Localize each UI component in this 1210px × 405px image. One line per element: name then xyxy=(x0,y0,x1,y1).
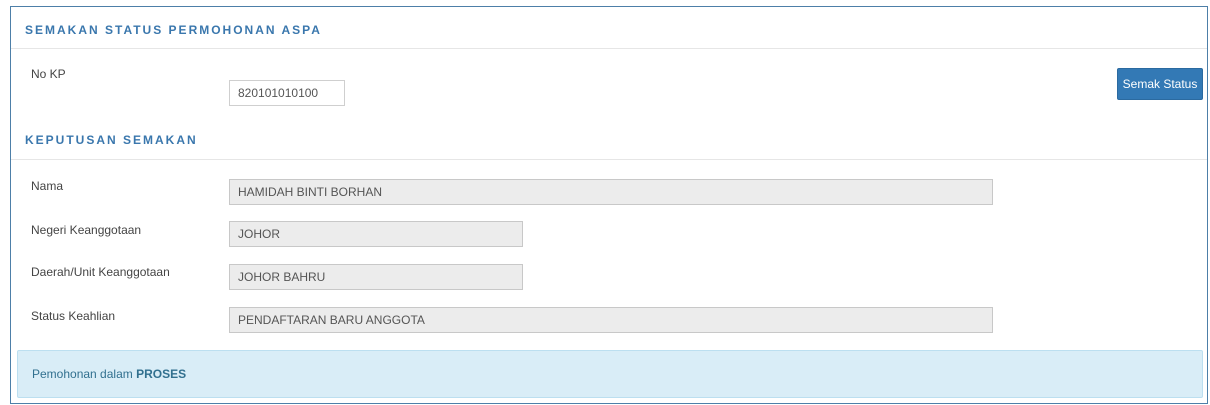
nama-field: HAMIDAH BINTI BORHAN xyxy=(229,179,993,205)
status-alert: Pemohonan dalam PROSES xyxy=(17,350,1203,398)
status-keahlian-field: PENDAFTARAN BARU ANGGOTA xyxy=(229,307,993,333)
alert-status: PROSES xyxy=(136,367,187,381)
negeri-field: JOHOR xyxy=(229,221,523,247)
status-keahlian-label: Status Keahlian xyxy=(31,309,116,323)
daerah-field: JOHOR BAHRU xyxy=(229,264,523,290)
semak-status-button[interactable]: Semak Status xyxy=(1117,68,1203,100)
result-section-header: KEPUTUSAN SEMAKAN xyxy=(11,128,1207,160)
check-section-title: SEMAKAN STATUS PERMOHONAN ASPA xyxy=(25,23,322,37)
application-status-panel: SEMAKAN STATUS PERMOHONAN ASPA No KP Sem… xyxy=(10,6,1208,404)
daerah-label: Daerah/Unit Keanggotaan xyxy=(31,265,170,279)
result-section-title: KEPUTUSAN SEMAKAN xyxy=(25,133,198,147)
no-kp-label: No KP xyxy=(31,67,66,81)
no-kp-input[interactable] xyxy=(229,80,345,106)
negeri-label: Negeri Keanggotaan xyxy=(31,223,142,237)
check-section-header: SEMAKAN STATUS PERMOHONAN ASPA xyxy=(11,19,1207,49)
alert-prefix: Pemohonan dalam xyxy=(32,367,133,381)
nama-label: Nama xyxy=(31,179,64,193)
